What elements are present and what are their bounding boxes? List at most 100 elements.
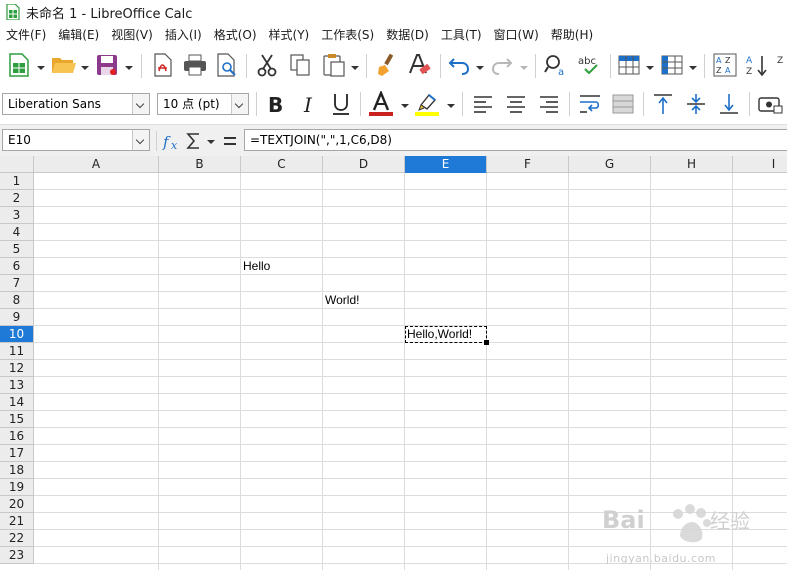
sort-descending-button[interactable]: Z: [776, 52, 787, 78]
menu-data[interactable]: 数据(D): [380, 24, 435, 46]
align-left-button[interactable]: [469, 91, 497, 117]
row-header-12[interactable]: 12: [0, 360, 34, 377]
redo-button[interactable]: [489, 52, 515, 78]
sum-button[interactable]: [185, 130, 203, 152]
sort-button[interactable]: A Z Z A: [712, 52, 738, 78]
column-button[interactable]: [659, 52, 685, 78]
merge-cells-button[interactable]: [609, 91, 637, 117]
font-size-dropdown-button[interactable]: [231, 94, 248, 114]
formula-input[interactable]: =TEXTJOIN(",",1,C6,D8): [244, 129, 787, 151]
row-header-18[interactable]: 18: [0, 462, 34, 479]
font-name-combo[interactable]: Liberation Sans: [2, 93, 150, 115]
paste-dropdown-arrow[interactable]: [351, 66, 359, 70]
cell-e10[interactable]: Hello,World!: [405, 326, 472, 342]
row-header-3[interactable]: 3: [0, 207, 34, 224]
center-vertically-button[interactable]: [682, 91, 710, 117]
new-dropdown-arrow[interactable]: [37, 66, 45, 70]
sum-dropdown-arrow[interactable]: [207, 140, 215, 144]
column-header-f[interactable]: F: [487, 156, 569, 173]
column-header-c[interactable]: C: [241, 156, 323, 173]
font-name-dropdown-button[interactable]: [132, 94, 149, 114]
name-box-dropdown-button[interactable]: [132, 130, 149, 150]
row-header-2[interactable]: 2: [0, 190, 34, 207]
highlight-dropdown-arrow[interactable]: [447, 104, 455, 108]
column-header-i[interactable]: I: [733, 156, 787, 173]
menu-sheet[interactable]: 工作表(S): [315, 24, 380, 46]
print-preview-button[interactable]: [214, 52, 240, 78]
italic-button[interactable]: I: [295, 91, 321, 117]
new-document-button[interactable]: [6, 52, 32, 78]
cell-d8[interactable]: World!: [323, 292, 359, 308]
cut-button[interactable]: [254, 52, 280, 78]
menu-tools[interactable]: 工具(T): [435, 24, 488, 46]
row-header-5[interactable]: 5: [0, 241, 34, 258]
row-header-10[interactable]: 10: [0, 326, 34, 343]
row-header-9[interactable]: 9: [0, 309, 34, 326]
wrap-text-button[interactable]: [576, 91, 604, 117]
function-wizard-button[interactable]: f x: [161, 130, 183, 152]
row-header-4[interactable]: 4: [0, 224, 34, 241]
menu-format[interactable]: 格式(O): [208, 24, 263, 46]
row-header-17[interactable]: 17: [0, 445, 34, 462]
column-header-b[interactable]: B: [159, 156, 241, 173]
align-top-button[interactable]: [649, 91, 677, 117]
underline-button[interactable]: [328, 91, 354, 117]
export-pdf-button[interactable]: [150, 52, 176, 78]
font-color-dropdown-arrow[interactable]: [401, 104, 409, 108]
open-button[interactable]: [50, 52, 78, 78]
row-header-20[interactable]: 20: [0, 496, 34, 513]
menu-styles[interactable]: 样式(Y): [263, 24, 316, 46]
row-header-7[interactable]: 7: [0, 275, 34, 292]
column-header-a[interactable]: A: [34, 156, 159, 173]
row-header-6[interactable]: 6: [0, 258, 34, 275]
menu-help[interactable]: 帮助(H): [545, 24, 599, 46]
row-button[interactable]: [616, 52, 642, 78]
row-header-22[interactable]: 22: [0, 530, 34, 547]
menu-view[interactable]: 视图(V): [105, 24, 159, 46]
formula-button[interactable]: [220, 130, 240, 152]
row-header-23[interactable]: 23: [0, 547, 34, 564]
row-header-13[interactable]: 13: [0, 377, 34, 394]
paste-button[interactable]: [320, 52, 348, 78]
row-header-16[interactable]: 16: [0, 428, 34, 445]
font-size-combo[interactable]: 10 点 (pt): [157, 93, 249, 115]
redo-dropdown-arrow[interactable]: [520, 66, 528, 70]
spelling-button[interactable]: abc: [576, 52, 604, 78]
undo-button[interactable]: [446, 52, 472, 78]
column-dropdown-arrow[interactable]: [689, 66, 697, 70]
column-header-g[interactable]: G: [569, 156, 651, 173]
open-dropdown-arrow[interactable]: [81, 66, 89, 70]
clear-formatting-button[interactable]: [406, 52, 432, 78]
row-header-1[interactable]: 1: [0, 173, 34, 190]
save-button[interactable]: [94, 52, 120, 78]
row-header-14[interactable]: 14: [0, 394, 34, 411]
row-header-19[interactable]: 19: [0, 479, 34, 496]
undo-dropdown-arrow[interactable]: [476, 66, 484, 70]
column-header-d[interactable]: D: [323, 156, 405, 173]
column-header-e[interactable]: E: [405, 156, 487, 173]
fill-handle[interactable]: [484, 340, 489, 345]
bold-button[interactable]: B: [262, 91, 288, 117]
menu-file[interactable]: 文件(F): [0, 24, 52, 46]
row-header-21[interactable]: 21: [0, 513, 34, 530]
find-replace-button[interactable]: a: [543, 52, 571, 78]
menu-insert[interactable]: 插入(I): [159, 24, 208, 46]
clone-formatting-button[interactable]: [374, 52, 400, 78]
row-header-15[interactable]: 15: [0, 411, 34, 428]
row-header-11[interactable]: 11: [0, 343, 34, 360]
sort-ascending-button[interactable]: A Z: [744, 52, 772, 78]
cell-c6[interactable]: Hello: [241, 258, 270, 274]
align-bottom-button[interactable]: [715, 91, 743, 117]
align-right-button[interactable]: [535, 91, 563, 117]
menu-edit[interactable]: 编辑(E): [52, 24, 105, 46]
column-header-h[interactable]: H: [651, 156, 733, 173]
format-as-currency-button[interactable]: [755, 91, 785, 117]
copy-button[interactable]: [287, 52, 313, 78]
name-box[interactable]: E10: [2, 129, 150, 151]
row-header-8[interactable]: 8: [0, 292, 34, 309]
align-center-button[interactable]: [502, 91, 530, 117]
highlight-color-button[interactable]: [412, 91, 442, 117]
row-dropdown-arrow[interactable]: [646, 66, 654, 70]
font-color-button[interactable]: [367, 91, 395, 117]
save-dropdown-arrow[interactable]: [125, 66, 133, 70]
